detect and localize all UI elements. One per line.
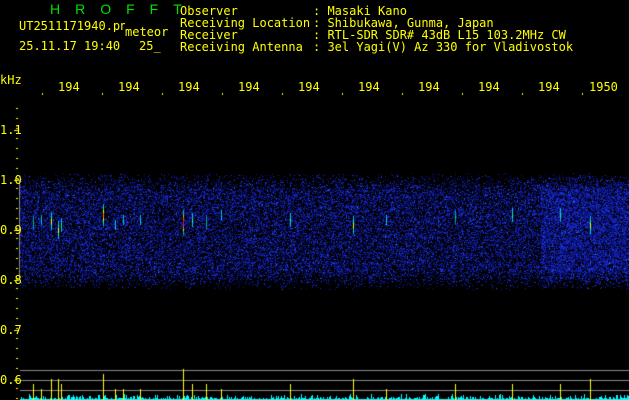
y-tick-label: 0.6: [0, 373, 22, 387]
x-tick-label: 1943: [178, 80, 200, 94]
x-tick-label: 1945: [298, 80, 320, 94]
y-unit-label: kHz: [0, 73, 22, 87]
datetime: 25.11.17 19:40: [19, 39, 121, 53]
meteor-count: 25_: [139, 39, 161, 53]
y-tick-label: 1.0: [0, 173, 22, 187]
x-tick-label: 1948: [478, 80, 500, 94]
hrofft-window: HROFFT UT2511171940.png meteor 25.11.17 …: [0, 0, 629, 400]
y-tick-label: 0.7: [0, 323, 22, 337]
mode-label: meteor: [125, 25, 169, 39]
x-tick-label: 1942: [118, 80, 140, 94]
x-tick-label: 1949: [538, 80, 560, 94]
antenna-value: 3el Yagi(V) Az 330 for Vladivostok: [327, 40, 574, 54]
y-tick-label: 0.9: [0, 223, 22, 237]
antenna-label: Receiving Antenna: [180, 40, 303, 54]
x-tick-label: 1946: [358, 80, 380, 94]
x-tick-label: 1944: [238, 80, 260, 94]
x-tick-label: 1941: [58, 80, 80, 94]
x-tick-label: 1947: [418, 80, 440, 94]
x-tick-label: 1950: [589, 80, 618, 94]
y-tick-label: 0.8: [0, 273, 22, 287]
spectrogram: [0, 0, 629, 400]
y-tick-label: 1.1: [0, 123, 22, 137]
app-title: HROFFT: [50, 1, 197, 17]
filename: UT2511171940.png: [19, 20, 125, 32]
